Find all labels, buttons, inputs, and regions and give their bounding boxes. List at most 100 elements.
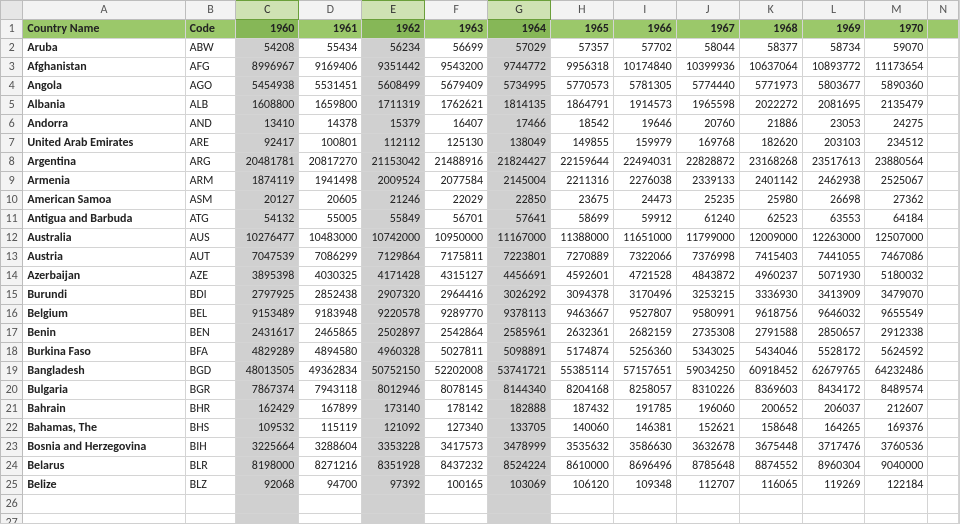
cell-N18[interactable] [928,343,959,362]
cell-C19[interactable]: 48013505 [236,362,299,381]
cell-G21[interactable]: 182888 [488,400,551,419]
cell-I12[interactable]: 11651000 [613,229,676,248]
cell-K22[interactable]: 158648 [739,419,802,438]
cell-E20[interactable]: 8012946 [362,381,425,400]
cell-L2[interactable]: 58734 [802,39,865,58]
cell-N13[interactable] [928,248,959,267]
cell-B7[interactable]: ARE [185,134,236,153]
cell-E8[interactable]: 21153042 [362,153,425,172]
cell-B2[interactable]: ABW [185,39,236,58]
cell-L24[interactable]: 8960304 [802,457,865,476]
cell-A20[interactable]: Bulgaria [23,381,185,400]
cell-B14[interactable]: AZE [185,267,236,286]
cell-C7[interactable]: 92417 [236,134,299,153]
cell-F8[interactable]: 21488916 [425,153,488,172]
cell-A19[interactable]: Bangladesh [23,362,185,381]
row-header-7[interactable]: 7 [1,134,23,153]
cell-I16[interactable]: 9527807 [613,305,676,324]
column-header-L[interactable]: L [802,1,865,20]
cell-C25[interactable]: 92068 [236,476,299,495]
column-header-B[interactable]: B [185,1,236,20]
cell-H9[interactable]: 2211316 [550,172,613,191]
cell-E7[interactable]: 112112 [362,134,425,153]
cell-M21[interactable]: 212607 [865,400,928,419]
row-header-6[interactable]: 6 [1,115,23,134]
column-header-J[interactable]: J [676,1,739,20]
cell-N8[interactable] [928,153,959,172]
cell-L20[interactable]: 8434172 [802,381,865,400]
cell-D22[interactable]: 115119 [299,419,362,438]
cell-N10[interactable] [928,191,959,210]
cell-D2[interactable]: 55434 [299,39,362,58]
cell-G25[interactable]: 103069 [488,476,551,495]
cell-L19[interactable]: 62679765 [802,362,865,381]
cell-J18[interactable]: 5343025 [676,343,739,362]
cell-I7[interactable]: 159979 [613,134,676,153]
cell-N11[interactable] [928,210,959,229]
cell-I25[interactable]: 109348 [613,476,676,495]
cell-I22[interactable]: 146381 [613,419,676,438]
cell-K27[interactable] [739,514,802,524]
cell-G14[interactable]: 4456691 [488,267,551,286]
cell-G12[interactable]: 11167000 [488,229,551,248]
cell-H13[interactable]: 7270889 [550,248,613,267]
cell-H25[interactable]: 106120 [550,476,613,495]
cell-E22[interactable]: 121092 [362,419,425,438]
cell-A21[interactable]: Bahrain [23,400,185,419]
cell-F15[interactable]: 2964416 [425,286,488,305]
cell-J3[interactable]: 10399936 [676,58,739,77]
cell-F10[interactable]: 22029 [425,191,488,210]
row-header-16[interactable]: 16 [1,305,23,324]
cell-E10[interactable]: 21246 [362,191,425,210]
cell-D26[interactable] [299,495,362,514]
cell-D18[interactable]: 4894580 [299,343,362,362]
cell-J13[interactable]: 7376998 [676,248,739,267]
cell-N14[interactable] [928,267,959,286]
column-header-K[interactable]: K [739,1,802,20]
cell-K8[interactable]: 23168268 [739,153,802,172]
header-cell-E[interactable]: 1962 [362,20,425,39]
cell-J17[interactable]: 2735308 [676,324,739,343]
cell-C21[interactable]: 162429 [236,400,299,419]
cell-B11[interactable]: ATG [185,210,236,229]
cell-A3[interactable]: Afghanistan [23,58,185,77]
cell-D21[interactable]: 167899 [299,400,362,419]
row-header-22[interactable]: 22 [1,419,23,438]
cell-M16[interactable]: 9655549 [865,305,928,324]
cell-I20[interactable]: 8258057 [613,381,676,400]
cell-F26[interactable] [425,495,488,514]
cell-A26[interactable] [23,495,185,514]
column-header-N[interactable]: N [928,1,959,20]
cell-M25[interactable]: 122184 [865,476,928,495]
cell-L21[interactable]: 206037 [802,400,865,419]
cell-L17[interactable]: 2850657 [802,324,865,343]
column-header-F[interactable]: F [425,1,488,20]
cell-J8[interactable]: 22828872 [676,153,739,172]
cell-M8[interactable]: 23880564 [865,153,928,172]
cell-B19[interactable]: BGD [185,362,236,381]
cell-E5[interactable]: 1711319 [362,96,425,115]
cell-L15[interactable]: 3413909 [802,286,865,305]
row-header-24[interactable]: 24 [1,457,23,476]
cell-F11[interactable]: 56701 [425,210,488,229]
cell-H18[interactable]: 5174874 [550,343,613,362]
cell-I24[interactable]: 8696496 [613,457,676,476]
cell-E13[interactable]: 7129864 [362,248,425,267]
cell-N26[interactable] [928,495,959,514]
cell-J23[interactable]: 3632678 [676,438,739,457]
cell-E27[interactable] [362,514,425,524]
cell-M6[interactable]: 24275 [865,115,928,134]
cell-B23[interactable]: BIH [185,438,236,457]
cell-G10[interactable]: 22850 [488,191,551,210]
cell-A16[interactable]: Belgium [23,305,185,324]
header-cell-F[interactable]: 1963 [425,20,488,39]
cell-G17[interactable]: 2585961 [488,324,551,343]
cell-F20[interactable]: 8078145 [425,381,488,400]
row-header-10[interactable]: 10 [1,191,23,210]
cell-A25[interactable]: Belize [23,476,185,495]
row-header-3[interactable]: 3 [1,58,23,77]
row-header-4[interactable]: 4 [1,77,23,96]
cell-F7[interactable]: 125130 [425,134,488,153]
cell-M14[interactable]: 5180032 [865,267,928,286]
cell-F13[interactable]: 7175811 [425,248,488,267]
